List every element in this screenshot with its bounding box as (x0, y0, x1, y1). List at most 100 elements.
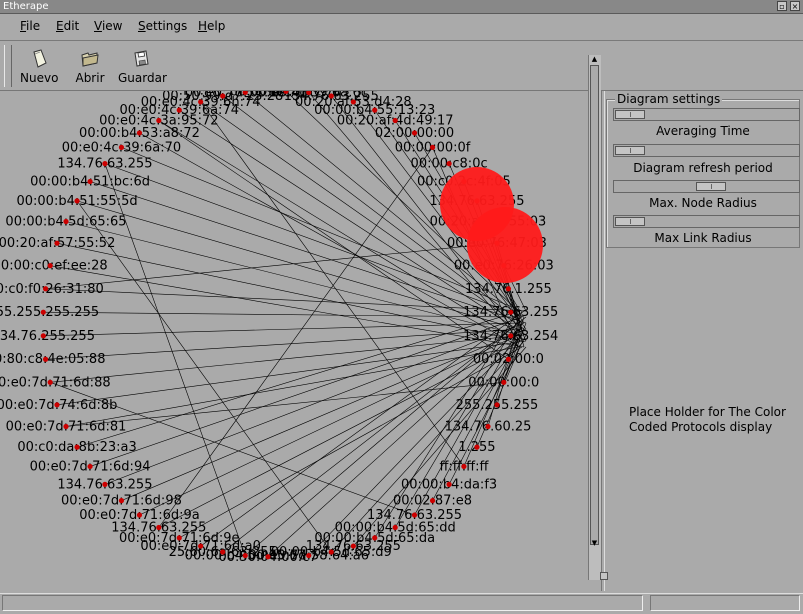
node-marker[interactable] (74, 444, 80, 450)
node-marker[interactable] (102, 161, 108, 167)
node-marker[interactable] (328, 549, 334, 555)
node-marker[interactable] (47, 379, 53, 385)
refresh-period-knob[interactable] (615, 146, 645, 155)
node-marker[interactable] (501, 379, 507, 385)
node-marker[interactable] (220, 93, 226, 99)
menu-help-label: elp (207, 19, 226, 33)
minimize-icon[interactable]: ▫ (777, 1, 787, 11)
node-marker[interactable] (474, 444, 480, 450)
node-label[interactable]: 255.255.255.255 (0, 305, 99, 320)
node-marker[interactable] (156, 524, 162, 531)
node-marker[interactable] (176, 535, 182, 541)
node-marker[interactable] (136, 130, 143, 136)
menu-file-label: ile (26, 19, 41, 33)
close-icon[interactable]: × (790, 1, 800, 11)
scroll-down-icon[interactable]: ▼ (590, 539, 599, 548)
node-marker[interactable] (485, 423, 491, 430)
node-marker[interactable] (505, 356, 512, 362)
node-marker[interactable] (42, 356, 49, 362)
open-button[interactable]: Abrir (74, 49, 106, 85)
node-marker[interactable] (461, 463, 467, 470)
node-label[interactable]: 134.76.255.255 (0, 329, 95, 344)
menu-view[interactable]: View (94, 19, 122, 33)
menu-settings-label: ettings (145, 19, 188, 33)
node-marker[interactable] (372, 535, 378, 541)
node-marker[interactable] (47, 263, 53, 269)
menu-file[interactable]: File (20, 19, 40, 33)
node-marker[interactable] (350, 99, 356, 105)
node-label[interactable]: 00:e0:7d:71:6d:88 (0, 375, 111, 390)
refresh-period-slider[interactable] (613, 144, 800, 157)
link-line (50, 265, 525, 348)
node-marker[interactable] (40, 309, 46, 315)
node-label[interactable]: 00:c0:f0:26:31:80 (0, 282, 104, 297)
max-link-radius-knob[interactable] (615, 217, 645, 226)
node-marker[interactable] (156, 117, 162, 124)
node-marker[interactable] (136, 512, 143, 518)
node-marker[interactable] (429, 144, 436, 150)
node-marker[interactable] (411, 512, 418, 518)
window-title: Etherape (3, 1, 49, 12)
max-link-radius-label: Max Link Radius (654, 231, 752, 245)
node-marker[interactable] (392, 524, 398, 531)
node-marker[interactable] (118, 498, 125, 504)
node-marker[interactable] (54, 402, 60, 408)
node-marker[interactable] (63, 218, 69, 225)
node-marker[interactable] (265, 554, 271, 560)
node-marker[interactable] (198, 99, 204, 105)
network-diagram: 00:00:b4:5f:fc:7d00:e0:7d:71:60:7d00:50:… (0, 91, 558, 565)
node-marker[interactable] (350, 543, 356, 549)
diagram-vertical-scrollbar[interactable]: ▲ ▼ (588, 55, 601, 580)
network-diagram-canvas[interactable]: 00:00:b4:5f:fc:7d00:e0:7d:71:60:7d00:50:… (0, 91, 586, 591)
menu-view-label: iew (101, 19, 123, 33)
scrollbar-thumb[interactable] (590, 65, 599, 545)
node-marker[interactable] (54, 240, 60, 246)
averaging-time-knob[interactable] (615, 110, 645, 119)
refresh-period-label: Diagram refresh period (633, 161, 773, 175)
save-disk-icon (134, 50, 149, 67)
node-marker[interactable] (176, 107, 182, 113)
node-marker[interactable] (42, 286, 49, 292)
max-node-radius-slider[interactable] (613, 180, 800, 193)
node-marker[interactable] (87, 178, 93, 185)
node-label[interactable]: 00:00:c0:ef:ee:28 (0, 259, 108, 274)
node-marker[interactable] (446, 161, 452, 167)
node-marker[interactable] (392, 117, 398, 124)
menu-edit-mnemonic: E (56, 19, 64, 33)
max-link-radius-slider[interactable] (613, 215, 800, 228)
node-marker[interactable] (220, 549, 226, 555)
node-marker[interactable] (118, 144, 125, 150)
node-marker[interactable] (63, 423, 69, 430)
scroll-up-icon[interactable]: ▲ (590, 55, 599, 64)
node-marker[interactable] (102, 481, 108, 487)
node-marker[interactable] (87, 463, 93, 470)
node-marker[interactable] (429, 498, 436, 504)
node-marker[interactable] (508, 309, 514, 315)
node-marker[interactable] (411, 130, 418, 136)
averaging-time-slider[interactable] (613, 108, 800, 121)
node-marker[interactable] (242, 552, 248, 559)
diagram-settings-frame: Diagram settings Averaging Time Diagram … (606, 92, 800, 248)
node-marker[interactable] (74, 198, 80, 204)
toolbar-grip[interactable] (4, 45, 12, 87)
node-marker[interactable] (505, 286, 512, 292)
node-marker[interactable] (446, 481, 452, 487)
node-marker[interactable] (306, 552, 312, 559)
max-node-radius-knob[interactable] (695, 182, 726, 191)
node-marker[interactable] (40, 333, 46, 339)
menu-settings-mnemonic: S (138, 19, 146, 33)
protocols-placeholder: Place Holder for The Color Coded Protoco… (629, 405, 786, 434)
node-marker[interactable] (198, 543, 204, 549)
node-marker[interactable] (372, 107, 378, 113)
diagram-settings-title: Diagram settings (615, 92, 723, 106)
menu-settings[interactable]: Settings (138, 19, 187, 33)
new-button[interactable]: Nuevo (20, 49, 58, 85)
node-marker[interactable] (328, 93, 334, 99)
node-marker[interactable] (494, 402, 500, 408)
save-button[interactable]: Guardar (118, 49, 167, 85)
large-node[interactable] (467, 207, 543, 283)
menu-edit[interactable]: Edit (56, 19, 79, 33)
menu-help[interactable]: Help (198, 19, 225, 33)
node-marker[interactable] (508, 333, 514, 339)
node-label[interactable]: 00:80:c8:4e:05:88 (0, 352, 105, 367)
